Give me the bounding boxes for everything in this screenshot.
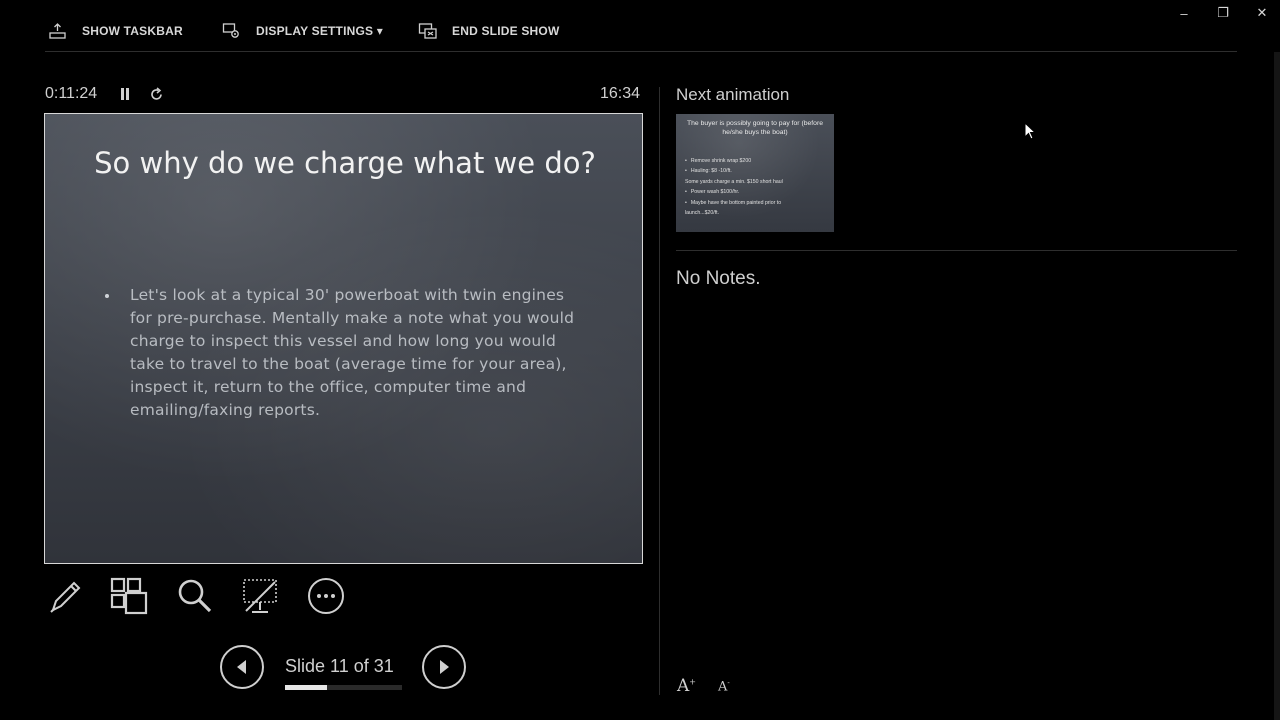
slides-grid-icon <box>110 577 148 615</box>
minimize-button[interactable]: – <box>1174 4 1194 22</box>
see-all-slides-button[interactable] <box>109 576 149 616</box>
display-settings-button[interactable]: DISPLAY SETTINGS ▾ <box>222 22 383 40</box>
display-settings-label: DISPLAY SETTINGS ▾ <box>256 24 383 38</box>
taskbar-icon <box>49 23 66 39</box>
black-screen-button[interactable] <box>240 576 280 616</box>
thumbnail-title: The buyer is possibly going to pay for (… <box>686 120 823 136</box>
panel-divider <box>659 87 660 695</box>
previous-slide-button[interactable] <box>220 645 264 689</box>
end-slide-show-label: END SLIDE SHOW <box>452 24 560 38</box>
next-slide-button[interactable] <box>422 645 466 689</box>
pause-timer-button[interactable] <box>117 86 133 102</box>
thumbnail-line: Hauling: $8 -10/ft. <box>691 166 832 176</box>
show-taskbar-button[interactable]: SHOW TASKBAR <box>48 22 183 40</box>
restore-icon: ❐ <box>1217 5 1229 20</box>
display-settings-icon <box>222 23 239 38</box>
decrease-font-icon: A <box>718 679 728 695</box>
previous-icon <box>237 660 246 674</box>
slide-title: So why do we charge what we do? <box>94 146 596 180</box>
restart-timer-button[interactable] <box>148 86 164 102</box>
end-slide-show-button[interactable]: END SLIDE SHOW <box>418 22 559 40</box>
current-time: 16:34 <box>600 85 641 102</box>
black-screen-icon <box>243 579 277 613</box>
slide-counter[interactable]: Slide 11 of 31 <box>285 656 394 677</box>
close-button[interactable]: ✕ <box>1252 4 1272 22</box>
elapsed-timer: 0:11:24 <box>45 85 98 102</box>
restore-button[interactable]: ❐ <box>1213 4 1233 22</box>
notes-divider <box>676 250 1237 251</box>
restart-icon <box>150 86 162 100</box>
pause-icon <box>121 88 129 100</box>
zoom-button[interactable] <box>175 576 215 616</box>
close-icon: ✕ <box>1256 5 1268 20</box>
thumbnail-line: Some yards charge a min. $150 short haul <box>685 178 783 185</box>
next-animation-label: Next animation <box>676 85 790 104</box>
thumbnail-line: Remove shrink wrap $200 <box>691 156 832 166</box>
more-options-button[interactable] <box>306 576 346 616</box>
slide-progress-bar <box>285 685 402 690</box>
end-show-icon <box>418 23 437 39</box>
thumbnail-line: Maybe have the bottom painted prior to <box>691 198 832 208</box>
pen-tool-button[interactable] <box>45 576 85 616</box>
current-slide[interactable]: So why do we charge what we do? Let's lo… <box>44 113 643 564</box>
slide-bullet <box>105 294 109 298</box>
thumbnail-line: Power wash $100/hr. <box>691 187 832 197</box>
slide-progress-fill <box>285 685 327 690</box>
right-scrollbar[interactable] <box>1274 52 1280 720</box>
next-icon <box>440 660 449 674</box>
next-slide-thumbnail[interactable]: The buyer is possibly going to pay for (… <box>676 114 834 232</box>
magnifier-icon <box>178 579 212 613</box>
show-taskbar-label: SHOW TASKBAR <box>82 24 183 38</box>
decrease-font-button[interactable]: A- <box>718 679 730 694</box>
increase-font-icon: A <box>677 676 690 696</box>
pen-icon <box>50 581 81 613</box>
increase-font-button[interactable]: A+ <box>677 676 696 696</box>
mouse-cursor-icon <box>1024 122 1036 140</box>
toolbar-divider <box>45 51 1237 52</box>
minimize-icon: – <box>1180 5 1188 21</box>
more-options-icon <box>308 578 344 614</box>
thumbnail-line: launch...$20/ft. <box>685 210 720 217</box>
slide-body-text: Let's look at a typical 30' powerboat wi… <box>130 286 575 419</box>
thumbnail-body: Remove shrink wrap $200Hauling: $8 -10/f… <box>685 156 832 218</box>
speaker-notes: No Notes. <box>676 268 761 289</box>
